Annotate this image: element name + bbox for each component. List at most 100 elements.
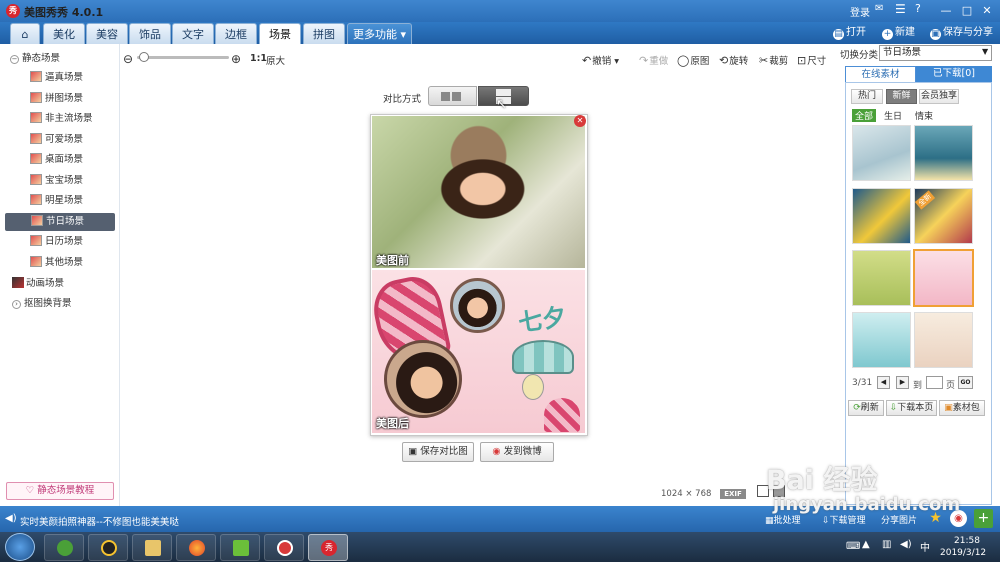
- original-size-button[interactable]: 原大: [266, 53, 285, 67]
- prev-page-icon[interactable]: ◀: [877, 376, 890, 389]
- subfilter-love[interactable]: 情束: [915, 109, 933, 122]
- original-image-button[interactable]: ◯原图: [677, 53, 709, 67]
- sidebar-item-desktop[interactable]: 桌面场景: [30, 151, 130, 169]
- new-button[interactable]: + 新建: [882, 25, 915, 41]
- sidebar-item-realistic[interactable]: 逼真场景: [30, 69, 130, 87]
- login-link[interactable]: 登录: [850, 4, 870, 19]
- filter-vip[interactable]: 会员独享: [919, 89, 959, 104]
- tab-beautify[interactable]: 美化: [43, 23, 85, 44]
- crop-button[interactable]: ✂裁剪: [759, 53, 788, 67]
- zoom-slider-track[interactable]: [137, 56, 229, 59]
- subfilter-all[interactable]: 全部: [852, 109, 877, 122]
- subfilter-birthday[interactable]: 生日: [884, 109, 902, 122]
- sidebar-item-baby[interactable]: 宝宝场景: [30, 172, 130, 190]
- go-button[interactable]: GO: [958, 376, 973, 389]
- material-thumbnail[interactable]: [852, 250, 911, 306]
- material-thumbnail-selected[interactable]: [913, 249, 974, 307]
- help-icon[interactable]: ?: [915, 2, 921, 15]
- material-thumbnail[interactable]: [852, 188, 911, 244]
- sidebar-item-label: 节日场景: [46, 216, 85, 227]
- home-tab[interactable]: ⌂: [10, 23, 40, 44]
- before-label: 美图前: [376, 254, 409, 267]
- taskbar-app-recorder[interactable]: [264, 534, 304, 561]
- filter-hot[interactable]: 热门: [851, 89, 883, 104]
- new-label: 新建: [895, 27, 915, 38]
- chevron-down-icon[interactable]: ▼: [982, 47, 988, 56]
- exif-badge[interactable]: EXIF: [720, 489, 746, 499]
- ime-icon[interactable]: 中: [920, 539, 930, 554]
- animated-scene-item[interactable]: 动画场景: [12, 275, 64, 293]
- taskbar-app-explorer[interactable]: [132, 534, 172, 561]
- sidebar-item-holiday[interactable]: 节日场景: [5, 213, 115, 231]
- material-thumbnail[interactable]: 全新: [914, 188, 973, 244]
- page-indicator: 3/31: [852, 378, 873, 388]
- sidebar-item-collage[interactable]: 拼图场景: [30, 90, 130, 108]
- tab-text[interactable]: 文字: [172, 23, 214, 44]
- video-icon: [233, 540, 249, 556]
- status-message[interactable]: 实时美颜拍照神器--不修图也能美美哒: [20, 514, 179, 528]
- material-pack-button[interactable]: ▣素材包: [939, 400, 985, 416]
- zoom-slider-thumb[interactable]: [139, 52, 149, 62]
- send-weibo-label: 发到微博: [503, 446, 542, 457]
- sidebar-item-cute[interactable]: 可爱场景: [30, 131, 130, 149]
- clock-date[interactable]: 2019/3/12: [940, 548, 986, 558]
- tab-face[interactable]: 美容: [86, 23, 128, 44]
- page-number-input[interactable]: [926, 376, 943, 389]
- taskbar-app-360[interactable]: [44, 534, 84, 561]
- zoom-in-icon[interactable]: ⊕: [231, 52, 241, 66]
- compare-side-by-side-button[interactable]: [428, 86, 477, 106]
- material-thumbnail[interactable]: [914, 125, 973, 181]
- tab-collage[interactable]: 拼图: [303, 23, 345, 44]
- download-page-button[interactable]: ⇩下载本页: [886, 400, 937, 416]
- taskbar-app-video[interactable]: [220, 534, 260, 561]
- open-button[interactable]: ▤ 打开: [833, 25, 866, 41]
- tray-expand-icon[interactable]: ▲: [862, 539, 870, 550]
- save-compare-button[interactable]: ▣ 保存对比图: [402, 442, 474, 462]
- save-share-button[interactable]: ▣ 保存与分享: [930, 25, 993, 41]
- minimize-button[interactable]: —: [937, 3, 955, 19]
- menu-icon[interactable]: ☰: [895, 2, 906, 16]
- after-label: 美图后: [376, 417, 409, 430]
- network-icon[interactable]: ▥: [882, 539, 891, 550]
- tab-more-features[interactable]: 更多功能 ▾: [347, 23, 413, 44]
- rotate-button[interactable]: ⟲旋转: [719, 53, 748, 67]
- material-thumbnail[interactable]: [914, 312, 973, 368]
- undo-button[interactable]: ↶撤销 ▾: [582, 53, 619, 67]
- refresh-button[interactable]: ⟳刷新: [848, 400, 884, 416]
- filter-fresh[interactable]: 新鲜: [886, 89, 917, 104]
- more-features-label: 更多功能: [353, 28, 397, 41]
- taskbar-app-meitu[interactable]: 秀: [308, 534, 348, 561]
- static-scene-tutorial-button[interactable]: ♡ 静态场景教程: [6, 482, 114, 500]
- skin-icon[interactable]: ✉: [875, 3, 883, 14]
- zoom-out-icon[interactable]: ⊖: [123, 52, 133, 66]
- resize-button[interactable]: ⊡尺寸: [797, 53, 826, 67]
- taskbar-app-qq[interactable]: [88, 534, 128, 561]
- restore-button[interactable]: □: [958, 3, 976, 19]
- sidebar-item-other[interactable]: 其他场景: [30, 254, 130, 272]
- send-weibo-button[interactable]: ◉ 发到微博: [480, 442, 554, 462]
- zoom-ratio[interactable]: 1:1: [250, 53, 267, 64]
- category-select[interactable]: 节日场景: [879, 45, 992, 61]
- keyboard-icon[interactable]: ⌨: [846, 541, 860, 552]
- sidebar-item-nonmainstream[interactable]: 非主流场景: [30, 110, 130, 128]
- tab-accessory[interactable]: 饰品: [129, 23, 171, 44]
- next-page-icon[interactable]: ▶: [896, 376, 909, 389]
- static-scene-header[interactable]: − 静态场景: [10, 50, 60, 68]
- cutout-scene-item[interactable]: › 抠图换背景: [12, 295, 72, 313]
- material-thumbnail[interactable]: [852, 312, 911, 368]
- clock-time[interactable]: 21:58: [954, 536, 980, 546]
- redo-button[interactable]: ↷重做: [639, 53, 668, 67]
- tab-downloaded[interactable]: 已下载[0]: [916, 66, 992, 82]
- tab-online-materials[interactable]: 在线素材: [845, 66, 916, 82]
- material-thumbnail[interactable]: [852, 125, 911, 181]
- tab-frame[interactable]: 边框: [215, 23, 257, 44]
- close-window-button[interactable]: ✕: [978, 3, 996, 19]
- sidebar-item-celebrity[interactable]: 明星场景: [30, 192, 130, 210]
- volume-icon[interactable]: ◀): [900, 539, 912, 550]
- close-compare-icon[interactable]: ✕: [574, 115, 586, 127]
- add-icon[interactable]: +: [974, 509, 993, 528]
- taskbar-app-firefox[interactable]: [176, 534, 216, 561]
- tab-scene[interactable]: 场景: [259, 23, 301, 44]
- start-button[interactable]: [5, 533, 35, 561]
- sidebar-item-calendar[interactable]: 日历场景: [30, 233, 130, 251]
